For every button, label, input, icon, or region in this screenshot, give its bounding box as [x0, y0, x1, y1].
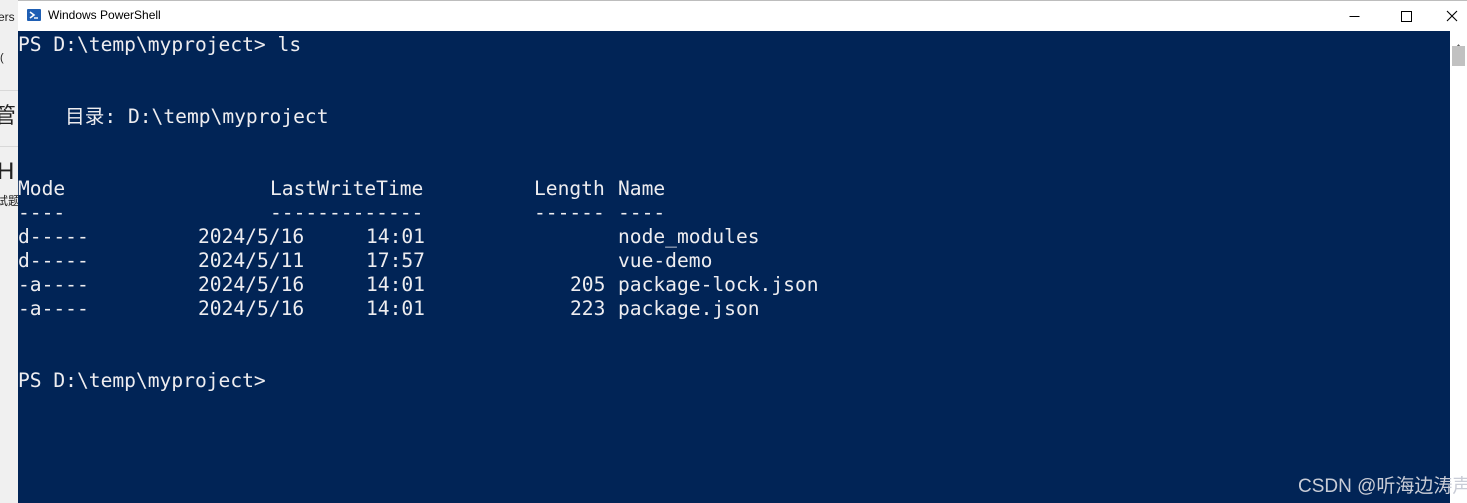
row-time: 14:01: [366, 297, 425, 320]
row-date: 2024/5/16: [198, 225, 305, 248]
row-length: 205: [570, 273, 606, 296]
background-text-fragment: ers: [0, 10, 15, 24]
command-line: PS D:\temp\myproject> ls: [18, 33, 302, 56]
header-underline-last-write-time: -------------: [270, 201, 424, 224]
minimize-icon: [1349, 7, 1360, 26]
header-last-write-time: LastWriteTime: [270, 177, 424, 200]
background-text-fragment: H: [0, 158, 15, 185]
scrollbar-thumb[interactable]: [1452, 46, 1465, 66]
background-divider: [0, 90, 18, 91]
header-underline-mode: ----: [18, 201, 66, 224]
powershell-window[interactable]: Windows PowerShell PS D:\temp\myproject>…: [18, 0, 1467, 503]
row-mode: -a----: [18, 273, 89, 296]
background-text-fragment: 管: [0, 103, 17, 128]
row-mode: d-----: [18, 249, 89, 272]
row-name: package.json: [618, 297, 760, 320]
directory-line: 目录: D:\temp\myproject: [18, 105, 329, 128]
header-name: Name: [618, 177, 666, 200]
close-button[interactable]: [1429, 1, 1467, 31]
minimize-button[interactable]: [1331, 1, 1377, 31]
row-time: 14:01: [366, 225, 425, 248]
prompt-line[interactable]: PS D:\temp\myproject>: [18, 369, 266, 393]
console-output[interactable]: PS D:\temp\myproject> ls 目录: D:\temp\myp…: [18, 31, 1450, 503]
background-text-fragment: 试题: [0, 194, 18, 208]
row-date: 2024/5/11: [198, 249, 305, 272]
row-name: vue-demo: [618, 249, 713, 272]
row-name: package-lock.json: [618, 273, 819, 296]
close-icon: [1446, 7, 1458, 26]
header-underline-name: ----: [618, 201, 666, 224]
window-title: Windows PowerShell: [48, 8, 161, 22]
background-text-fragment: (: [0, 52, 4, 64]
powershell-icon: [27, 9, 41, 21]
background-divider: [0, 146, 18, 147]
background-window: ers ( 管 H 试题: [0, 0, 18, 503]
row-name: node_modules: [618, 225, 760, 248]
row-time: 17:57: [366, 249, 425, 272]
title-bar[interactable]: Windows PowerShell: [18, 0, 1467, 31]
header-mode: Mode: [18, 177, 66, 200]
row-date: 2024/5/16: [198, 273, 305, 296]
row-mode: d-----: [18, 225, 89, 248]
maximize-icon: [1400, 7, 1412, 26]
row-date: 2024/5/16: [198, 297, 305, 320]
maximize-button[interactable]: [1383, 1, 1429, 31]
row-length: 223: [570, 297, 606, 320]
watermark: CSDN @听海边涛声: [1298, 476, 1467, 497]
header-length: Length: [534, 177, 605, 200]
row-mode: -a----: [18, 297, 89, 320]
header-underline-length: ------: [534, 201, 605, 224]
vertical-scrollbar[interactable]: [1450, 31, 1467, 503]
row-time: 14:01: [366, 273, 425, 296]
